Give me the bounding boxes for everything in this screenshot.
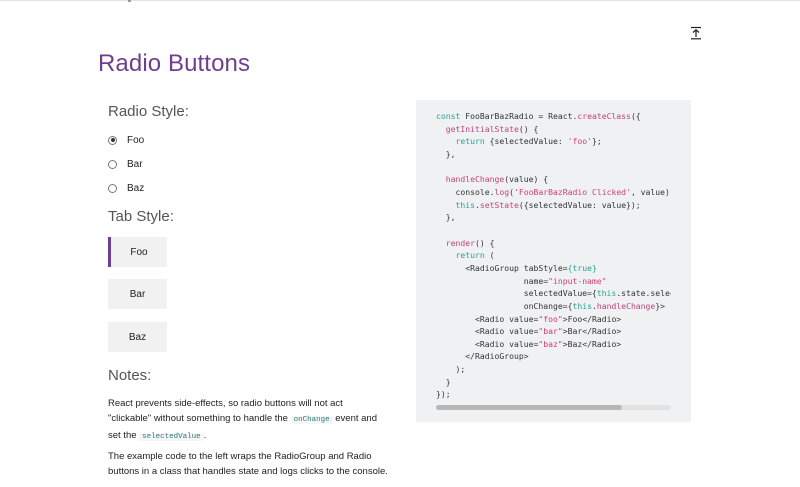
code-example-panel: const FooBarBazRadio = React.createClass… <box>416 100 691 422</box>
inline-code-selectedvalue: selectedValue <box>139 433 204 441</box>
horizontal-scrollbar[interactable] <box>436 405 671 410</box>
tab-option-foo[interactable]: Foo <box>108 237 167 267</box>
radio-style-heading: Radio Style: <box>108 103 189 120</box>
radio-label: Foo <box>127 134 145 146</box>
notes-heading: Notes: <box>108 367 152 384</box>
collapse-to-top-icon[interactable] <box>690 26 702 40</box>
radio-option-baz[interactable]: Baz <box>108 180 144 196</box>
top-border <box>0 0 800 1</box>
notes-paragraph-1: React prevents side-effects, so radio bu… <box>108 396 388 445</box>
radio-label: Baz <box>127 182 145 194</box>
radio-unchecked-icon[interactable] <box>108 159 117 169</box>
scrollbar-thumb[interactable] <box>436 405 622 410</box>
radio-unchecked-icon[interactable] <box>108 183 117 193</box>
tab-option-baz[interactable]: Baz <box>108 322 167 352</box>
radio-label: Bar <box>127 158 143 170</box>
code-block: const FooBarBazRadio = React.createClass… <box>436 111 671 400</box>
tab-option-bar[interactable]: Bar <box>108 279 167 309</box>
top-cutoff-fragment <box>128 0 131 2</box>
radio-checked-icon[interactable] <box>108 135 117 145</box>
notes-paragraph-2: The example code to the left wraps the R… <box>108 451 388 477</box>
inline-code-onchange: onChange <box>290 416 333 424</box>
tab-style-heading: Tab Style: <box>108 208 174 225</box>
radio-option-bar[interactable]: Bar <box>108 156 143 172</box>
notes-text: . <box>203 430 207 441</box>
page-title: Radio Buttons <box>98 50 251 77</box>
radio-option-foo[interactable]: Foo <box>108 132 144 148</box>
